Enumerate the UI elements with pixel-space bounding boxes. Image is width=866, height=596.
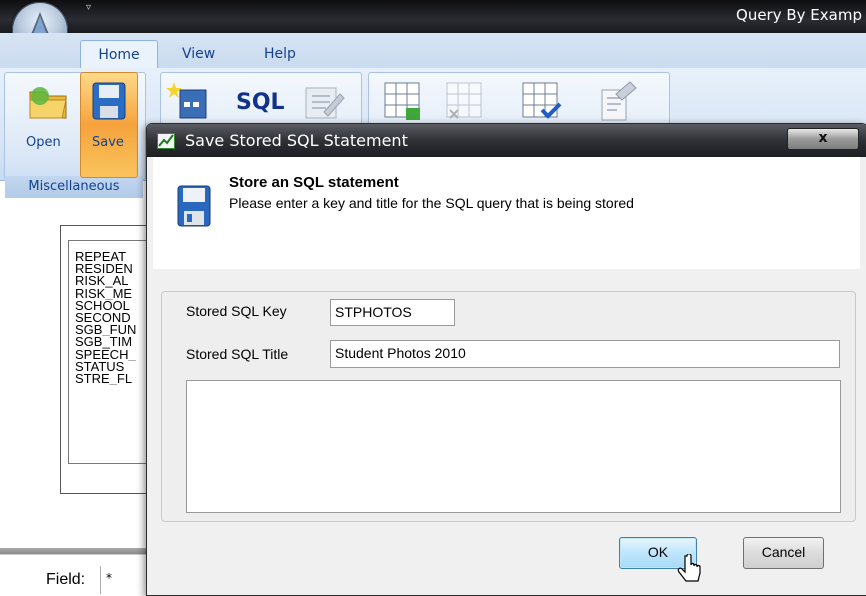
field-row-label: Field: — [46, 571, 86, 588]
header-subtitle: Please enter a key and title for the SQL… — [229, 195, 634, 211]
check-grid-icon[interactable] — [520, 80, 564, 122]
new-sql-icon[interactable] — [166, 80, 212, 120]
hand-cursor-icon — [677, 553, 703, 588]
stored-sql-title-input[interactable]: Student Photos 2010 — [330, 340, 840, 368]
tab-help[interactable]: Help — [252, 40, 308, 68]
cancel-button[interactable]: Cancel — [743, 537, 824, 569]
save-button-label: Save — [92, 135, 124, 150]
quick-access-toolbar-icon[interactable]: ▿ — [86, 2, 91, 13]
list-item[interactable]: SGB_FUN — [75, 324, 149, 336]
sql-button[interactable]: SQL — [236, 90, 285, 115]
close-button[interactable]: x — [787, 128, 859, 150]
add-column-icon[interactable] — [382, 80, 424, 122]
field-value: * — [106, 571, 112, 585]
list-item[interactable]: SGB_TIM — [75, 336, 149, 348]
app-title: Query By Examp — [736, 6, 862, 24]
stored-sql-key-input[interactable]: STPHOTOS — [330, 299, 455, 326]
save-disk-icon — [90, 80, 128, 122]
header-title: Store an SQL statement — [229, 174, 399, 191]
dialog-title: Save Stored SQL Statement — [185, 131, 408, 150]
list-item[interactable]: STATUS — [75, 361, 149, 373]
stored-sql-key-label: Stored SQL Key — [186, 303, 287, 319]
close-icon: x — [818, 130, 828, 146]
ribbon-group-label: Miscellaneous — [5, 176, 143, 198]
field-list[interactable]: REPEAT RESIDEN RISK_AL RISK_ME SCHOOL SE… — [68, 240, 152, 464]
sql-statement-textarea[interactable] — [186, 380, 841, 513]
report-icon[interactable] — [596, 80, 640, 122]
list-item[interactable]: SPEECH_ — [75, 349, 149, 361]
remove-column-icon[interactable] — [444, 80, 486, 122]
list-item[interactable]: SECOND — [75, 312, 149, 324]
list-item[interactable]: SCHOOL — [75, 300, 149, 312]
stored-sql-title-label: Stored SQL Title — [186, 346, 289, 362]
dialog-header: Store an SQL statement Please enter a ke… — [153, 157, 860, 269]
edit-sql-icon[interactable] — [302, 82, 348, 122]
list-item[interactable]: RISK_AL — [75, 275, 149, 287]
list-item[interactable]: RESIDEN — [75, 263, 149, 275]
list-item[interactable]: REPEAT — [75, 251, 149, 263]
open-folder-icon — [26, 82, 72, 122]
dialog-app-icon — [157, 133, 175, 149]
list-item[interactable]: STRE_FL — [75, 373, 149, 385]
open-button[interactable]: Open — [26, 135, 61, 150]
tab-home[interactable]: Home — [80, 40, 158, 69]
tab-view[interactable]: View — [170, 40, 227, 68]
save-disk-icon — [177, 185, 211, 227]
save-stored-sql-dialog: Save Stored SQL Statement x Store an SQL… — [146, 123, 866, 596]
list-item[interactable]: RISK_ME — [75, 288, 149, 300]
